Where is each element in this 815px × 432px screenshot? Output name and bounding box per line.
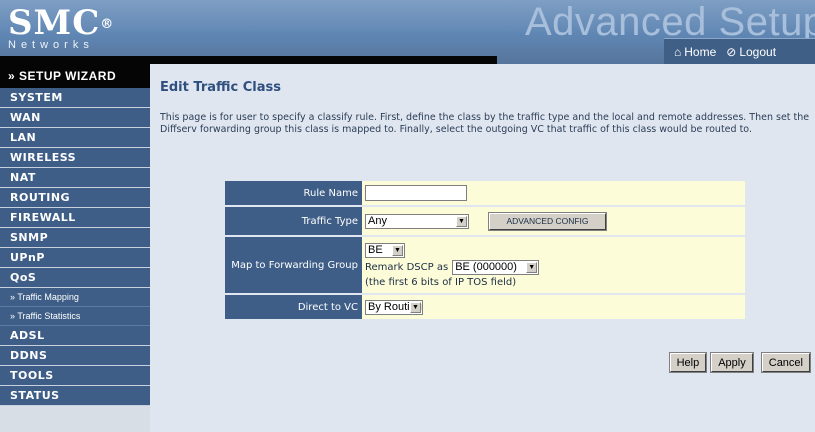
sidebar-item-wireless[interactable]: WIRELESS xyxy=(0,148,150,168)
cancel-button[interactable]: Cancel xyxy=(760,352,812,373)
sidebar-item-qos[interactable]: QoS xyxy=(0,268,150,288)
sidebar-item-lan[interactable]: LAN xyxy=(0,128,150,148)
sidebar-item-nat[interactable]: NAT xyxy=(0,168,150,188)
advanced-config-button[interactable]: ADVANCED CONFIG xyxy=(488,211,607,231)
direct-vc-label: Direct to VC xyxy=(225,295,362,319)
traffic-type-value: Any xyxy=(368,215,387,227)
home-label: Home xyxy=(684,44,717,59)
setup-wizard-link[interactable]: » SETUP WIZARD xyxy=(0,64,150,88)
registered-mark: ® xyxy=(100,17,115,32)
page-description: This page is for user to specify a class… xyxy=(160,112,810,135)
main-content: Edit Traffic Class This page is for user… xyxy=(150,64,815,432)
traffic-type-select[interactable]: Any ▼ xyxy=(365,213,469,229)
sidebar-item-firewall[interactable]: FIREWALL xyxy=(0,208,150,228)
remark-dscp-note: (the first 6 bits of IP TOS field) xyxy=(365,276,517,288)
chevron-down-icon: ▼ xyxy=(392,244,403,256)
sidebar-item-status[interactable]: STATUS xyxy=(0,386,150,406)
rule-name-label: Rule Name xyxy=(225,181,362,205)
sidebar-item-upnp[interactable]: UPnP xyxy=(0,248,150,268)
sidebar-subitem-traffic-statistics[interactable]: » Traffic Statistics xyxy=(0,307,150,326)
traffic-type-row: Traffic Type Any ▼ ADVANCED CONFIG xyxy=(225,207,745,235)
smc-logo: SMC® Networks xyxy=(8,6,114,51)
home-icon: ⌂ xyxy=(674,44,682,59)
sidebar-item-wan[interactable]: WAN xyxy=(0,108,150,128)
rule-name-input[interactable] xyxy=(365,185,467,201)
sidebar-item-tools[interactable]: TOOLS xyxy=(0,366,150,386)
logout-label: Logout xyxy=(739,44,777,59)
sidebar-item-ddns[interactable]: DDNS xyxy=(0,346,150,366)
apply-button[interactable]: Apply xyxy=(710,352,754,373)
remark-dscp-label: Remark DSCP as xyxy=(365,261,449,273)
header-divider xyxy=(0,56,497,64)
sidebar-item-adsl[interactable]: ADSL xyxy=(0,326,150,346)
logout-link[interactable]: ⊘ Logout xyxy=(726,45,776,59)
chevron-down-icon: ▼ xyxy=(456,215,467,227)
rule-name-row: Rule Name xyxy=(225,181,745,205)
home-link[interactable]: ⌂ Home xyxy=(674,45,716,59)
forwarding-group-select[interactable]: BE ▼ xyxy=(365,242,405,258)
remark-dscp-select[interactable]: BE (000000) ▼ xyxy=(452,259,540,275)
top-nav: ⌂ Home ⊘ Logout xyxy=(664,38,815,64)
sidebar-subitem-traffic-mapping[interactable]: » Traffic Mapping xyxy=(0,288,150,307)
sidebar-item-routing[interactable]: ROUTING xyxy=(0,188,150,208)
help-button[interactable]: Help xyxy=(668,352,708,373)
sidebar-item-system[interactable]: SYSTEM xyxy=(0,88,150,108)
sidebar-item-snmp[interactable]: SNMP xyxy=(0,228,150,248)
sidebar: » SETUP WIZARD SYSTEM WAN LAN WIRELESS N… xyxy=(0,64,150,432)
chevron-down-icon: ▼ xyxy=(410,301,421,313)
direct-vc-row: Direct to VC By Routing ▼ xyxy=(225,295,745,319)
header: SMC® Networks Advanced Setup ⌂ Home ⊘ Logo… xyxy=(0,0,815,64)
page-title: Edit Traffic Class xyxy=(160,80,281,95)
forwarding-group-value: BE xyxy=(368,244,383,256)
form-actions: Help Apply Cancel xyxy=(668,352,812,373)
logout-icon: ⊘ xyxy=(726,44,737,59)
forwarding-group-row: Map to Forwarding Group BE ▼ Remark DSCP … xyxy=(225,237,745,293)
traffic-type-label: Traffic Type xyxy=(225,207,362,235)
traffic-class-form: Rule Name Traffic Type Any ▼ ADVANCED CON… xyxy=(225,181,745,321)
remark-dscp-value: BE (000000) xyxy=(455,261,517,273)
forwarding-group-label: Map to Forwarding Group xyxy=(225,237,362,293)
brand-name: SMC xyxy=(8,3,101,43)
chevron-down-icon: ▼ xyxy=(526,261,538,273)
direct-vc-select[interactable]: By Routing ▼ xyxy=(365,299,423,315)
